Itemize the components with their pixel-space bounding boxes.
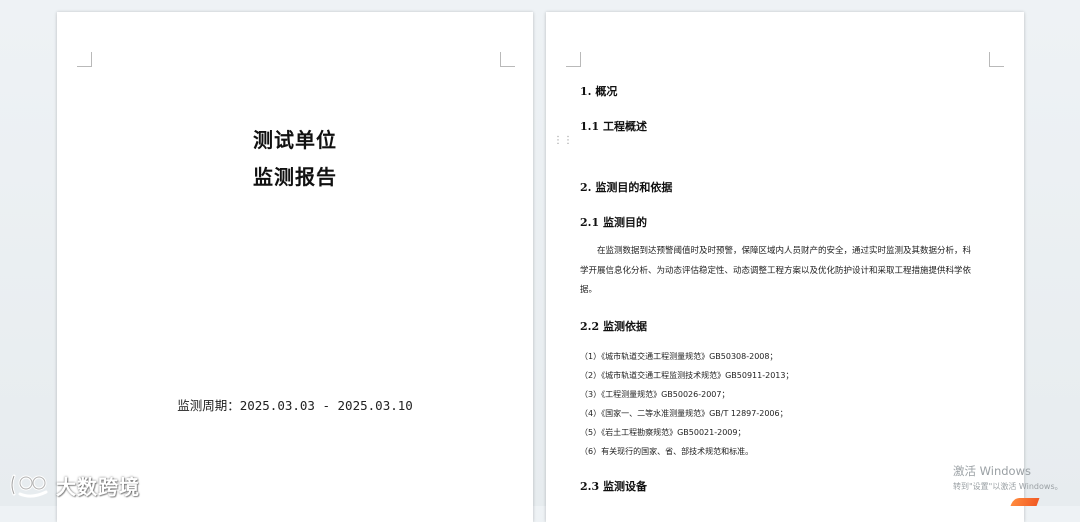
reference-item[interactable]: （5）《岩土工程勘察规范》GB50021-2009； [580, 427, 745, 438]
content-page: ⋮⋮ 1. 概况 1.1 工程概述 2. 监测目的和依据 2.1 监测目的 在监… [546, 12, 1024, 522]
cover-title-report[interactable]: 监测报告 [57, 161, 533, 190]
corner-accent [1010, 498, 1040, 506]
heading-monitoring-equipment[interactable]: 2.3 监测设备 [580, 478, 647, 494]
cover-page: 测试单位 监测报告 监测周期：2025.03.03 - 2025.03.10 [57, 12, 533, 522]
heading-project-overview[interactable]: 1.1 工程概述 [580, 118, 647, 134]
crop-mark-top-left [77, 52, 92, 67]
reference-item[interactable]: （6）有关现行的国家、省、部技术规范和标准。 [580, 446, 753, 457]
reference-item[interactable]: （1）《城市轨道交通工程测量规范》GB50308-2008； [580, 351, 777, 362]
drag-handle-icon[interactable]: ⋮⋮ [553, 136, 573, 146]
heading-overview[interactable]: 1. 概况 [580, 83, 617, 99]
brand-watermark: 大数跨境 [8, 470, 140, 500]
cover-monitoring-period[interactable]: 监测周期：2025.03.03 - 2025.03.10 [57, 395, 533, 414]
crop-mark-top-right [989, 52, 1004, 67]
crop-mark-top-left [566, 52, 581, 67]
crop-mark-top-right [500, 52, 515, 67]
reference-item[interactable]: （3）《工程测量规范》GB50026-2007； [580, 389, 729, 400]
cover-title-unit[interactable]: 测试单位 [57, 124, 533, 153]
reference-item[interactable]: （4）《国家一、二等水准测量规范》GB/T 12897-2006； [580, 408, 788, 419]
purpose-paragraph[interactable]: 在监测数据到达预警阈值时及时预警，保障区域内人员财产的安全，通过实时监测及其数据… [580, 242, 992, 301]
activate-subtitle: 转到"设置"以激活 Windows。 [953, 482, 1063, 491]
brand-logo-icon [10, 474, 48, 498]
activate-title: 激活 Windows [953, 464, 1031, 478]
heading-purpose-and-basis[interactable]: 2. 监测目的和依据 [580, 179, 672, 195]
paragraph-line: 学开展信息化分析、为动态评估稳定性、动态调整工程方案以及优化防护设计和采取工程措… [580, 265, 972, 276]
reference-item[interactable]: （2）《城市轨道交通工程监测技术规范》GB50911-2013； [580, 370, 793, 381]
heading-monitoring-basis[interactable]: 2.2 监测依据 [580, 318, 647, 334]
windows-activation-watermark: 激活 Windows 转到"设置"以激活 Windows。 [953, 463, 1063, 492]
brand-text: 大数跨境 [56, 474, 140, 499]
heading-monitoring-purpose[interactable]: 2.1 监测目的 [580, 214, 647, 230]
paragraph-line: 据。 [580, 285, 598, 295]
paragraph-line: 在监测数据到达预警阈值时及时预警，保障区域内人员财产的安全，通过实时监测及其数据… [597, 246, 972, 256]
